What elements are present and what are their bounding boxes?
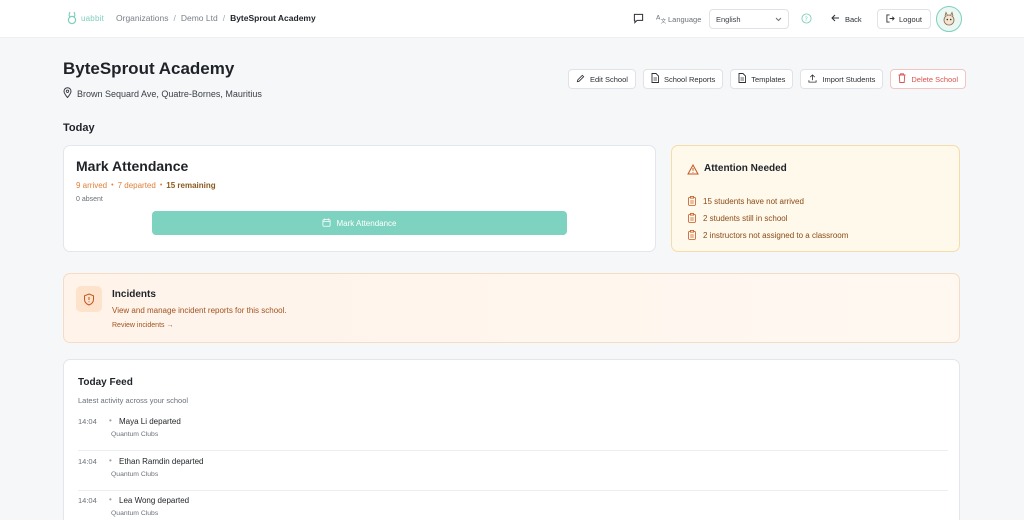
incidents-card: Incidents View and manage incident repor… (63, 273, 960, 343)
back-label: Back (845, 14, 862, 24)
top-bar: uabbit Organizations / Demo Ltd / ByteSp… (0, 0, 1024, 38)
attendance-card: Mark Attendance 9 arrived • 7 departed •… (63, 145, 656, 252)
import-students-label: Import Students (822, 74, 876, 84)
mark-attendance-label: Mark Attendance (336, 218, 397, 228)
logout-button[interactable]: Logout (877, 9, 931, 29)
attendance-title: Mark Attendance (76, 158, 189, 174)
delete-school-button[interactable]: Delete School (890, 69, 967, 89)
attention-item-text: 2 students still in school (703, 214, 788, 223)
svg-text:文: 文 (661, 17, 667, 24)
logo-text: uabbit (81, 13, 104, 23)
feed-item-bullet: • (109, 456, 112, 465)
user-avatar[interactable] (936, 6, 962, 32)
feed-item: 14:04 • Maya Li departed Quantum Clubs (78, 413, 948, 451)
school-actions: Edit School School Reports Templates Imp… (568, 69, 967, 89)
dot-separator: • (111, 182, 114, 189)
import-students-button[interactable]: Import Students (800, 69, 884, 89)
edit-school-button[interactable]: Edit School (568, 69, 636, 89)
feed-item-club: Quantum Clubs (111, 431, 159, 438)
delete-school-label: Delete School (911, 74, 959, 84)
rabbit-logo-icon (66, 11, 78, 25)
trash-icon (898, 73, 906, 85)
templates-button[interactable]: Templates (730, 69, 794, 89)
clipboard-icon (688, 195, 696, 208)
feed-item-time: 14:04 (78, 496, 97, 505)
page-title: ByteSprout Academy (63, 59, 235, 78)
attention-item: 2 instructors not assigned to a classroo… (688, 227, 848, 244)
breadcrumb-organizations[interactable]: Organizations (116, 13, 168, 23)
attention-item-text: 2 instructors not assigned to a classroo… (703, 231, 849, 240)
shield-alert-icon (76, 286, 102, 312)
attention-card: Attention Needed 15 students have not ar… (671, 145, 960, 252)
back-button[interactable]: Back (831, 9, 862, 29)
remaining-count: 15 remaining (166, 181, 216, 190)
feed-subtitle: Latest activity across your school (78, 396, 189, 405)
calendar-icon (322, 218, 331, 229)
incidents-description: View and manage incident reports for thi… (112, 306, 287, 315)
review-incidents-link[interactable]: Review incidents → (112, 322, 173, 329)
attention-item-text: 15 students have not arrived (703, 197, 804, 206)
warning-triangle-icon (687, 162, 699, 180)
edit-school-label: Edit School (590, 74, 628, 84)
app-logo[interactable]: uabbit (66, 11, 104, 25)
help-icon[interactable]: ? (801, 13, 812, 24)
absent-count: 0 absent (76, 196, 103, 203)
breadcrumb-separator: / (222, 13, 226, 23)
today-feed-card: Today Feed Latest activity across your s… (63, 359, 960, 520)
breadcrumb-demo-ltd[interactable]: Demo Ltd (181, 13, 218, 23)
attention-item: 15 students have not arrived (688, 193, 848, 210)
templates-label: Templates (751, 74, 786, 84)
breadcrumb: Organizations / Demo Ltd / ByteSprout Ac… (116, 13, 316, 23)
feed-item-bullet: • (109, 495, 112, 504)
school-reports-button[interactable]: School Reports (642, 69, 724, 89)
clipboard-icon (688, 229, 696, 242)
chevron-down-icon (775, 15, 782, 24)
school-address: Brown Sequard Ave, Quatre-Bornes, Maurit… (63, 87, 262, 100)
translate-icon: A文 (656, 13, 667, 24)
clipboard-icon (688, 212, 696, 225)
language-value: English (716, 14, 741, 24)
today-section-title: Today (63, 122, 95, 134)
upload-icon (808, 73, 817, 85)
mark-attendance-button[interactable]: Mark Attendance (152, 211, 567, 235)
attendance-stats: 9 arrived • 7 departed • 15 remaining (76, 181, 216, 190)
feedback-icon[interactable] (633, 13, 644, 24)
feed-item-text: Lea Wong departed (119, 496, 190, 505)
feed-item: 14:04 • Lea Wong departed Quantum Clubs (78, 492, 948, 520)
feed-item-text: Ethan Ramdin departed (119, 457, 204, 466)
feed-item-club: Quantum Clubs (111, 471, 159, 478)
language-select[interactable]: English (709, 9, 789, 29)
departed-count: 7 departed (117, 181, 156, 190)
document-icon (651, 73, 659, 85)
map-pin-icon (63, 87, 72, 100)
feed-item-bullet: • (109, 416, 112, 425)
feed-item-time: 14:04 (78, 457, 97, 466)
address-text: Brown Sequard Ave, Quatre-Bornes, Maurit… (77, 88, 262, 99)
incidents-title: Incidents (112, 289, 156, 300)
dot-separator: • (159, 182, 163, 189)
feed-item: 14:04 • Ethan Ramdin departed Quantum Cl… (78, 453, 948, 491)
file-text-icon (738, 73, 747, 85)
arrow-left-icon (831, 14, 840, 24)
school-reports-label: School Reports (663, 74, 716, 84)
arrived-count: 9 arrived (76, 181, 108, 190)
svg-text:?: ? (804, 15, 807, 23)
pencil-icon (576, 74, 585, 85)
breadcrumb-separator: / (173, 13, 176, 23)
logout-icon (886, 13, 895, 25)
attention-list: 15 students have not arrived 2 students … (688, 193, 848, 244)
language-label: Language (668, 15, 702, 24)
feed-title: Today Feed (78, 377, 133, 388)
logout-label: Logout (899, 14, 922, 24)
attention-title: Attention Needed (704, 163, 787, 174)
breadcrumb-current: ByteSprout Academy (230, 13, 316, 23)
attention-item: 2 students still in school (688, 210, 848, 227)
feed-item-time: 14:04 (78, 417, 97, 426)
feed-item-text: Maya Li departed (119, 417, 181, 426)
feed-item-club: Quantum Clubs (111, 510, 159, 517)
